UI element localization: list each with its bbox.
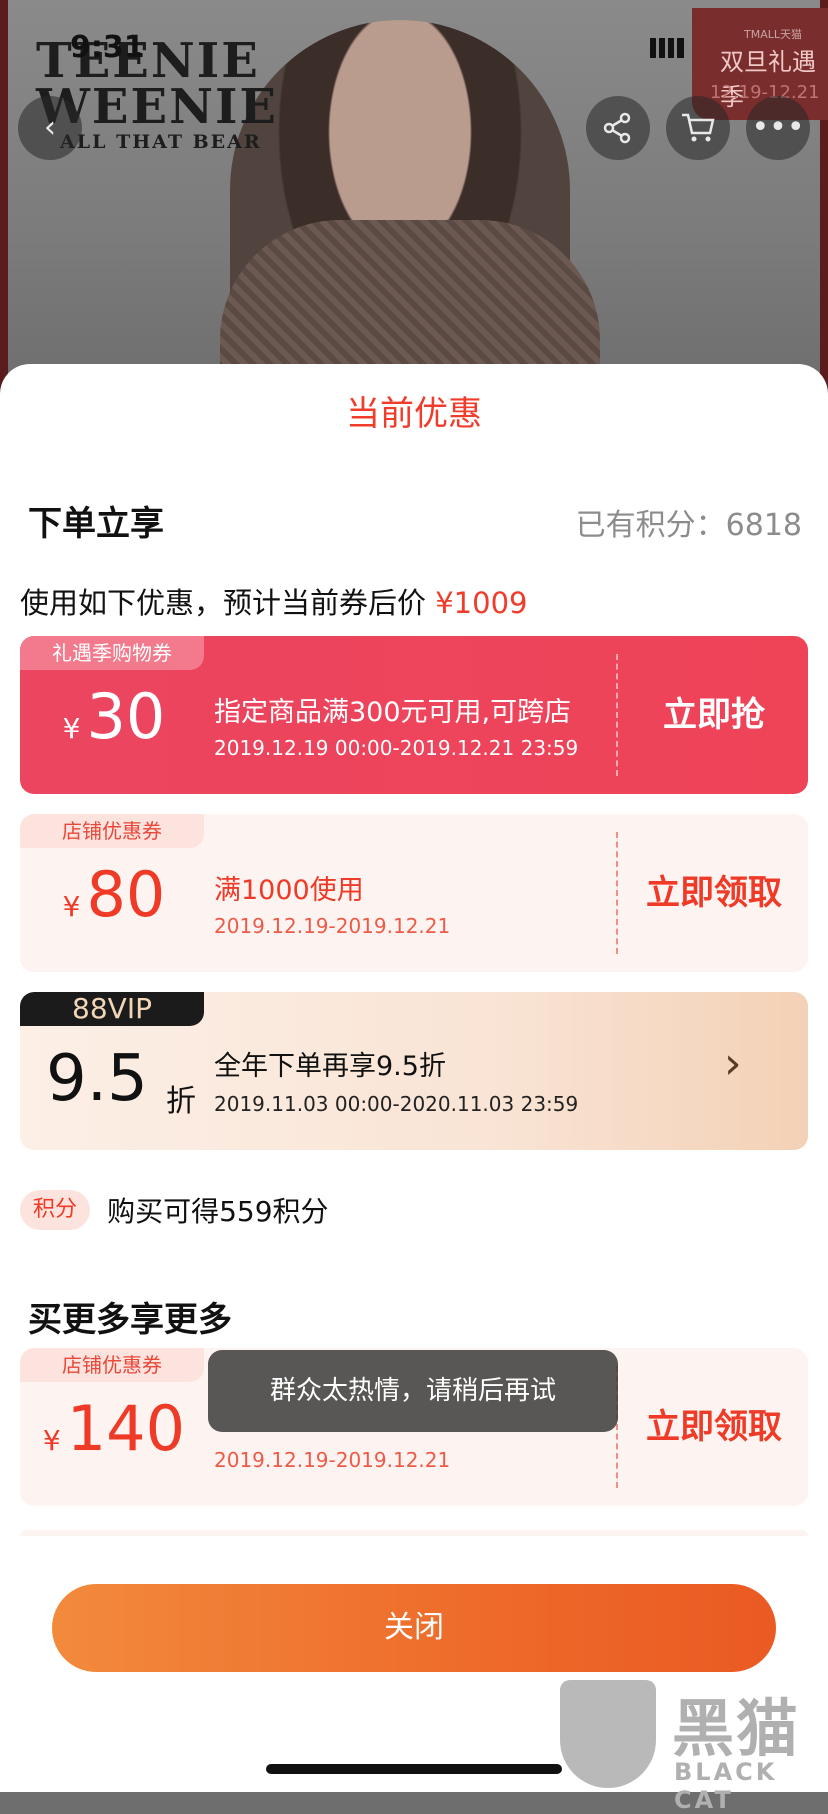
coupon-period: 2019.12.19-2019.12.21 (214, 1448, 451, 1472)
coupon-divider (616, 832, 618, 954)
coupon-condition: 指定商品满300元可用,可跨店 (214, 697, 572, 728)
share-icon (603, 112, 631, 144)
watermark-cn: 黑猫 (672, 1692, 801, 1765)
claim-coupon-button[interactable]: 立即领取 (620, 814, 808, 972)
home-indicator[interactable] (266, 1764, 562, 1774)
cart-icon (682, 113, 715, 142)
claim-coupon-button[interactable]: 立即领取 (620, 1348, 808, 1506)
vip-discount-card[interactable]: 88VIP 9.5 折 全年下单再享9.5折 2019.11.03 00:00-… (20, 992, 808, 1150)
vip-tag: 88VIP (20, 992, 204, 1026)
amount-value: 30 (86, 680, 166, 753)
coupon-card: 礼遇季购物券 ¥30 指定商品满300元可用,可跨店 2019.12.19 00… (20, 636, 808, 794)
next-coupon-edge (20, 1530, 808, 1536)
coupon-amount: ¥80 (20, 858, 208, 931)
currency-symbol: ¥ (62, 712, 81, 745)
coupon-amount: ¥140 (20, 1392, 208, 1465)
amount-value: 140 (66, 1392, 186, 1465)
brand-line3: ALL THAT BEAR (60, 131, 262, 153)
share-button[interactable] (586, 96, 650, 160)
watermark-en: BLACK CAT (674, 1758, 778, 1814)
coupon-tag: 店铺优惠券 (20, 814, 204, 848)
coupon-tag: 店铺优惠券 (20, 1348, 204, 1382)
vip-discount-value: 9.5 (46, 1042, 148, 1116)
points-balance: 已有积分：6818 (575, 508, 802, 543)
points-pill: 积分 (20, 1190, 90, 1230)
coupon-period: 2019.12.19-2019.12.21 (214, 914, 451, 938)
coupon-condition: 满1000使用 (214, 875, 364, 906)
vip-discount-unit: 折 (166, 1084, 196, 1119)
promotions-sheet: 当前优惠 下单立享 已有积分：6818 使用如下优惠，预计当前券后价 ¥1009… (0, 364, 828, 1792)
coupon-divider (616, 654, 618, 776)
estimate-text: 使用如下优惠，预计当前券后价 (20, 586, 427, 620)
status-time: 9:31 (70, 30, 145, 65)
currency-symbol: ¥ (42, 1424, 61, 1457)
estimate-price: ¥1009 (435, 586, 528, 620)
vip-period: 2019.11.03 00:00-2020.11.03 23:59 (214, 1092, 579, 1116)
chevron-left-icon: ‹ (44, 110, 56, 145)
cart-button[interactable] (666, 96, 730, 160)
product-hero: TEENIE WEENIE ALL THAT BEAR 9:31 ◠ TMALL… (0, 0, 828, 400)
points-earn-row: 积分 购买可得559积分 (20, 1190, 329, 1230)
coupon-tag: 礼遇季购物券 (20, 636, 204, 670)
hero-frame-left (0, 0, 8, 400)
badge-small-text: TMALL天猫 (744, 28, 802, 41)
section-title-more: 买更多享更多 (28, 1300, 232, 1340)
chevron-right-icon: › (724, 1038, 742, 1089)
cat-shield-icon (560, 1680, 656, 1788)
coupon-period: 2019.12.19 00:00-2019.12.21 23:59 (214, 736, 579, 760)
more-button[interactable]: ••• (746, 96, 810, 160)
more-icon: ••• (751, 110, 805, 145)
back-button[interactable]: ‹ (18, 96, 82, 160)
currency-symbol: ¥ (62, 890, 81, 923)
coupon-card: 店铺优惠券 ¥80 满1000使用 2019.12.19-2019.12.21 … (20, 814, 808, 972)
amount-value: 80 (86, 858, 166, 931)
watermark: 黑猫 BLACK CAT (556, 1676, 828, 1814)
coupon-amount: ¥30 (20, 680, 208, 753)
grab-coupon-button[interactable]: 立即抢 (620, 636, 808, 794)
error-toast: 群众太热情，请稍后再试 (208, 1350, 618, 1432)
points-earn-text: 购买可得559积分 (107, 1195, 329, 1228)
close-button[interactable]: 关闭 (52, 1584, 776, 1672)
section-title-instant: 下单立享 (28, 504, 164, 544)
estimate-line: 使用如下优惠，预计当前券后价 ¥1009 (20, 580, 528, 622)
sheet-title: 当前优惠 (346, 394, 482, 434)
signal-icon (650, 38, 684, 58)
vip-condition: 全年下单再享9.5折 (214, 1051, 446, 1082)
